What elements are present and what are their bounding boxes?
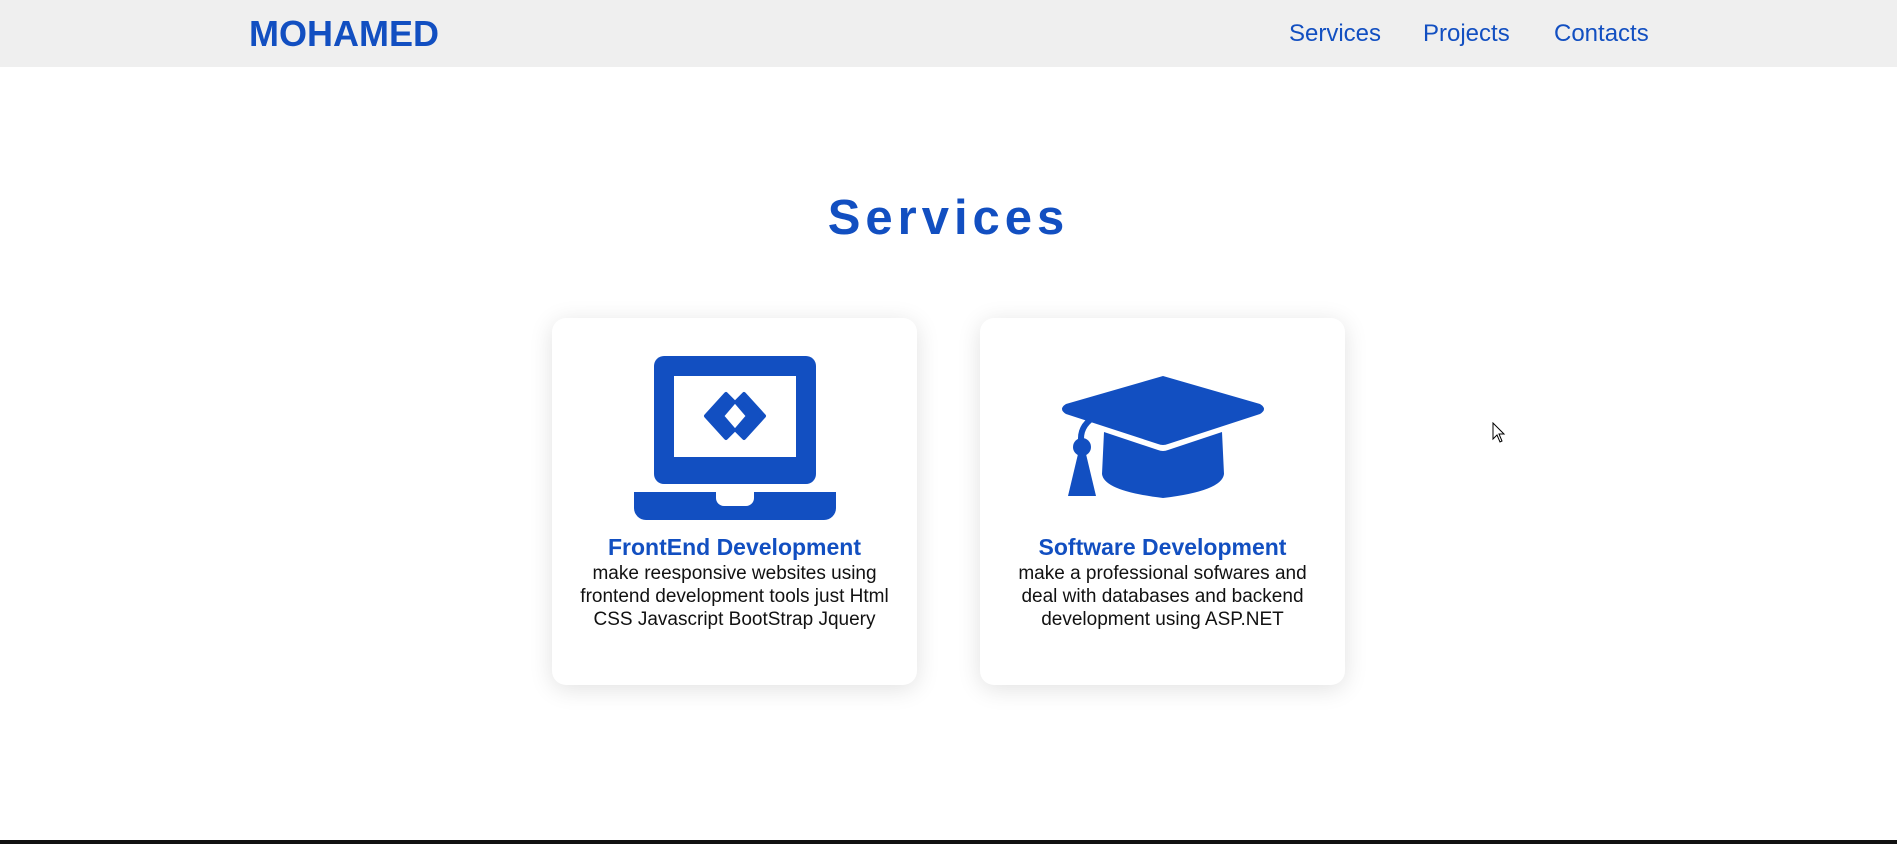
section-title: Services <box>827 191 1070 245</box>
card-title: FrontEnd Development <box>607 534 861 560</box>
service-card-frontend: FrontEnd Development make reesponsive we… <box>552 318 917 685</box>
nav-link-projects[interactable]: Projects <box>1423 20 1510 48</box>
footer-divider <box>0 840 1897 844</box>
laptop-code-icon <box>633 356 836 520</box>
graduation-cap-icon <box>1061 376 1264 498</box>
card-description: make a professional sofwares and deal wi… <box>1018 563 1307 630</box>
navbar: MOHAMED Services Projects Contacts <box>0 0 1897 67</box>
brand-logo[interactable]: MOHAMED <box>249 13 439 55</box>
card-title: Software Development <box>1038 534 1287 560</box>
nav-link-services[interactable]: Services <box>1289 20 1381 48</box>
nav-link-contacts[interactable]: Contacts <box>1554 20 1649 48</box>
service-card-software: Software Development make a professional… <box>980 318 1345 685</box>
mouse-cursor-icon <box>1492 422 1506 443</box>
card-description: make reesponsive websites using frontend… <box>580 563 889 630</box>
